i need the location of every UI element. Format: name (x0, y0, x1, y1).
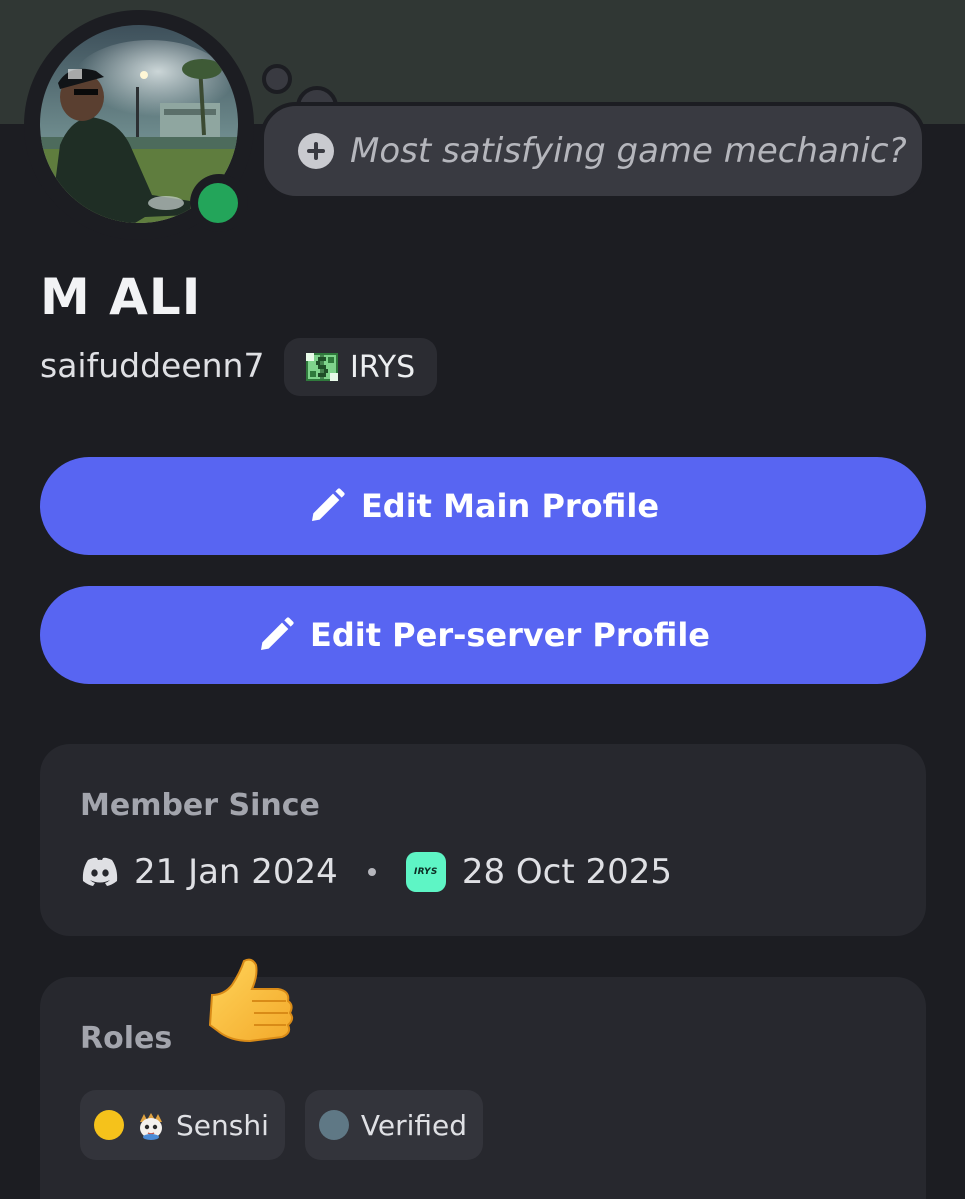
plus-icon (298, 133, 334, 169)
server-icon: IRYS (405, 852, 446, 892)
server-join-date: 28 Oct 2025 (461, 852, 673, 892)
server-tag-label: IRYS (350, 349, 416, 385)
member-since-title: Member Since (80, 788, 320, 823)
roles-title: Roles (80, 1021, 173, 1056)
money-icon (306, 353, 338, 381)
edit-per-server-profile-button[interactable]: Edit Per-server Profile (40, 586, 926, 684)
anime-character-icon (140, 1113, 162, 1140)
member-since-card: Member Since 21 Jan 2024 IRYS 28 Oct 202… (40, 744, 926, 936)
pencil-icon (311, 488, 345, 521)
display-name: M ALI (40, 268, 202, 326)
role-label: Verified (360, 1108, 467, 1142)
custom-status-bubble[interactable]: Most satisfying game mechanic? (260, 102, 926, 200)
role-chip-senshi[interactable]: Senshi (80, 1090, 285, 1160)
status-bubble-dot-small (262, 64, 292, 94)
separator-dot (367, 868, 376, 876)
role-color-dot (318, 1110, 349, 1140)
role-label: Senshi (176, 1108, 269, 1142)
edit-per-server-profile-label: Edit Per-server Profile (309, 616, 710, 654)
role-chip-verified[interactable]: Verified (304, 1090, 483, 1160)
thumbs-up-icon (208, 958, 294, 1043)
status-prompt-text: Most satisfying game mechanic? (350, 131, 907, 171)
pencil-icon (260, 617, 294, 650)
edit-main-profile-label: Edit Main Profile (360, 487, 660, 525)
member-since-row: 21 Jan 2024 IRYS 28 Oct 2025 (80, 850, 672, 894)
discord-icon (82, 857, 118, 886)
role-color-dot (94, 1110, 124, 1140)
edit-main-profile-button[interactable]: Edit Main Profile (40, 457, 926, 555)
discord-join-date: 21 Jan 2024 (134, 852, 338, 892)
profile-page: Most satisfying game mechanic? M ALI sai… (0, 0, 965, 1199)
server-tag-badge[interactable]: IRYS (284, 338, 438, 396)
roles-card: Roles Senshi Verified (40, 977, 926, 1199)
roles-list: Senshi Verified (80, 1090, 503, 1160)
username: saifuddeenn7 (40, 346, 265, 385)
online-status-indicator (198, 183, 238, 223)
